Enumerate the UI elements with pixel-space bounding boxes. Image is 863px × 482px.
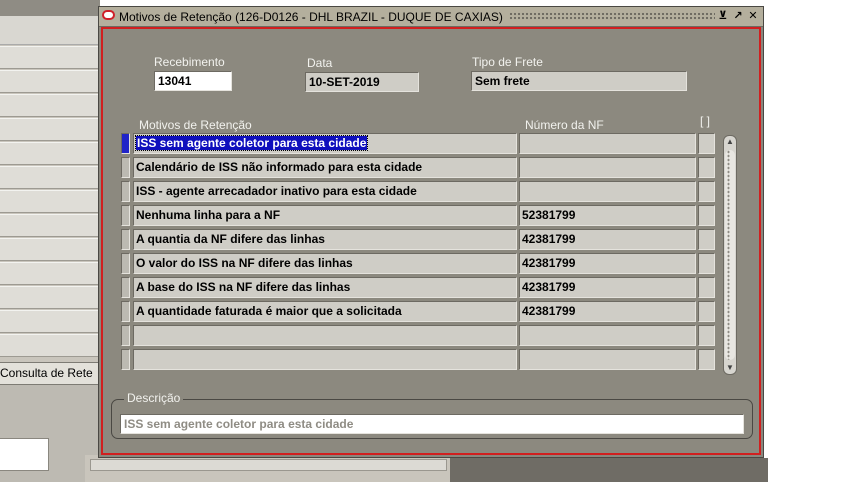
scrollbar-thumb[interactable] xyxy=(725,150,735,360)
tipo-frete-field[interactable]: Sem frete xyxy=(471,71,687,91)
row-indicator[interactable] xyxy=(121,229,130,250)
data-field[interactable]: 10-SET-2019 xyxy=(305,72,419,92)
select-checkbox[interactable] xyxy=(698,181,715,202)
recebimento-label: Recebimento xyxy=(154,55,225,69)
background-row[interactable] xyxy=(0,310,98,333)
motivo-text: ISS sem agente coletor para esta cidade xyxy=(134,135,369,151)
background-form: Consulta de Rete xyxy=(0,0,100,482)
background-row[interactable] xyxy=(0,190,98,213)
motivo-cell[interactable] xyxy=(133,325,517,346)
motivos-retencao-dialog: Motivos de Retenção (126-D0126 - DHL BRA… xyxy=(98,6,764,458)
row-indicator[interactable] xyxy=(121,277,130,298)
title-bar-grip xyxy=(509,12,715,20)
background-row[interactable] xyxy=(0,214,98,237)
background-row[interactable] xyxy=(0,238,98,261)
motivo-cell[interactable]: A quantia da NF difere das linhas xyxy=(133,229,517,250)
motivo-cell[interactable] xyxy=(133,349,517,370)
background-row[interactable] xyxy=(0,94,98,117)
close-icon[interactable]: ✕ xyxy=(746,8,760,24)
row-indicator[interactable] xyxy=(121,181,130,202)
numero-nf-column-header: Número da NF xyxy=(525,118,604,132)
background-row[interactable] xyxy=(0,70,98,93)
row-indicator[interactable] xyxy=(121,157,130,178)
background-row[interactable] xyxy=(0,118,98,141)
row-indicator[interactable] xyxy=(121,325,130,346)
nf-cell[interactable]: 42381799 xyxy=(519,277,696,298)
motivo-cell[interactable]: O valor do ISS na NF difere das linhas xyxy=(133,253,517,274)
motivo-cell[interactable]: A base do ISS na NF difere das linhas xyxy=(133,277,517,298)
dialog-content: Recebimento 13041 Data 10-SET-2019 Tipo … xyxy=(101,27,761,455)
background-row[interactable] xyxy=(0,262,98,285)
motivo-cell[interactable]: Nenhuma linha para a NF xyxy=(133,205,517,226)
select-checkbox[interactable] xyxy=(698,277,715,298)
nf-cell[interactable]: 42381799 xyxy=(519,229,696,250)
nf-cell[interactable] xyxy=(519,133,696,154)
motivo-cell[interactable]: Calendário de ISS não informado para est… xyxy=(133,157,517,178)
background-row[interactable] xyxy=(0,166,98,189)
background-row[interactable] xyxy=(0,142,98,165)
nf-cell[interactable] xyxy=(519,157,696,178)
nf-cell[interactable]: 52381799 xyxy=(519,205,696,226)
nf-cell[interactable] xyxy=(519,349,696,370)
row-indicator[interactable] xyxy=(121,253,130,274)
background-title-bar xyxy=(0,0,100,16)
motivo-cell[interactable]: A quantidade faturada é maior que a soli… xyxy=(133,301,517,322)
dialog-title: Motivos de Retenção (126-D0126 - DHL BRA… xyxy=(119,10,503,24)
background-header xyxy=(0,16,100,45)
data-label: Data xyxy=(307,56,333,70)
background-row[interactable] xyxy=(0,286,98,309)
background-row[interactable] xyxy=(0,46,98,69)
consulta-retencao-button[interactable]: Consulta de Rete xyxy=(0,362,100,385)
nf-cell[interactable]: 42381799 xyxy=(519,301,696,322)
nf-cell[interactable]: 42381799 xyxy=(519,253,696,274)
row-indicator[interactable] xyxy=(121,133,130,154)
select-checkbox[interactable] xyxy=(698,205,715,226)
row-indicator[interactable] xyxy=(121,205,130,226)
select-checkbox[interactable] xyxy=(698,253,715,274)
oracle-logo-icon xyxy=(102,10,115,20)
dialog-title-bar[interactable]: Motivos de Retenção (126-D0126 - DHL BRA… xyxy=(99,7,763,27)
select-checkbox[interactable] xyxy=(698,229,715,250)
select-checkbox[interactable] xyxy=(698,157,715,178)
background-field[interactable] xyxy=(0,438,49,471)
scroll-up-icon[interactable]: ▲ xyxy=(724,136,736,148)
scroll-down-icon[interactable]: ▼ xyxy=(724,362,736,374)
nf-cell[interactable] xyxy=(519,325,696,346)
row-indicator[interactable] xyxy=(121,301,130,322)
row-indicator[interactable] xyxy=(121,349,130,370)
minimize-icon[interactable]: ⊻ xyxy=(716,8,730,24)
select-column-header: [ ] xyxy=(700,114,711,128)
rows-vertical-scrollbar[interactable]: ▲ ▼ xyxy=(723,135,737,375)
maximize-icon[interactable]: ↗ xyxy=(731,8,745,24)
descricao-label: Descrição xyxy=(124,391,184,405)
background-row[interactable] xyxy=(0,334,98,357)
nf-cell[interactable] xyxy=(519,181,696,202)
motivo-cell[interactable]: ISS sem agente coletor para esta cidade xyxy=(133,133,517,154)
background-dark-area xyxy=(450,458,768,482)
tipo-frete-label: Tipo de Frete xyxy=(472,55,543,69)
recebimento-field[interactable]: 13041 xyxy=(154,71,232,91)
motivo-cell[interactable]: ISS - agente arrecadador inativo para es… xyxy=(133,181,517,202)
select-checkbox[interactable] xyxy=(698,325,715,346)
background-horizontal-scrollbar[interactable] xyxy=(90,459,447,471)
select-checkbox[interactable] xyxy=(698,349,715,370)
select-checkbox[interactable] xyxy=(698,133,715,154)
select-checkbox[interactable] xyxy=(698,301,715,322)
descricao-field[interactable]: ISS sem agente coletor para esta cidade xyxy=(120,414,744,434)
motivos-column-header: Motivos de Retenção xyxy=(139,118,252,132)
descricao-group: Descrição ISS sem agente coletor para es… xyxy=(111,391,753,439)
